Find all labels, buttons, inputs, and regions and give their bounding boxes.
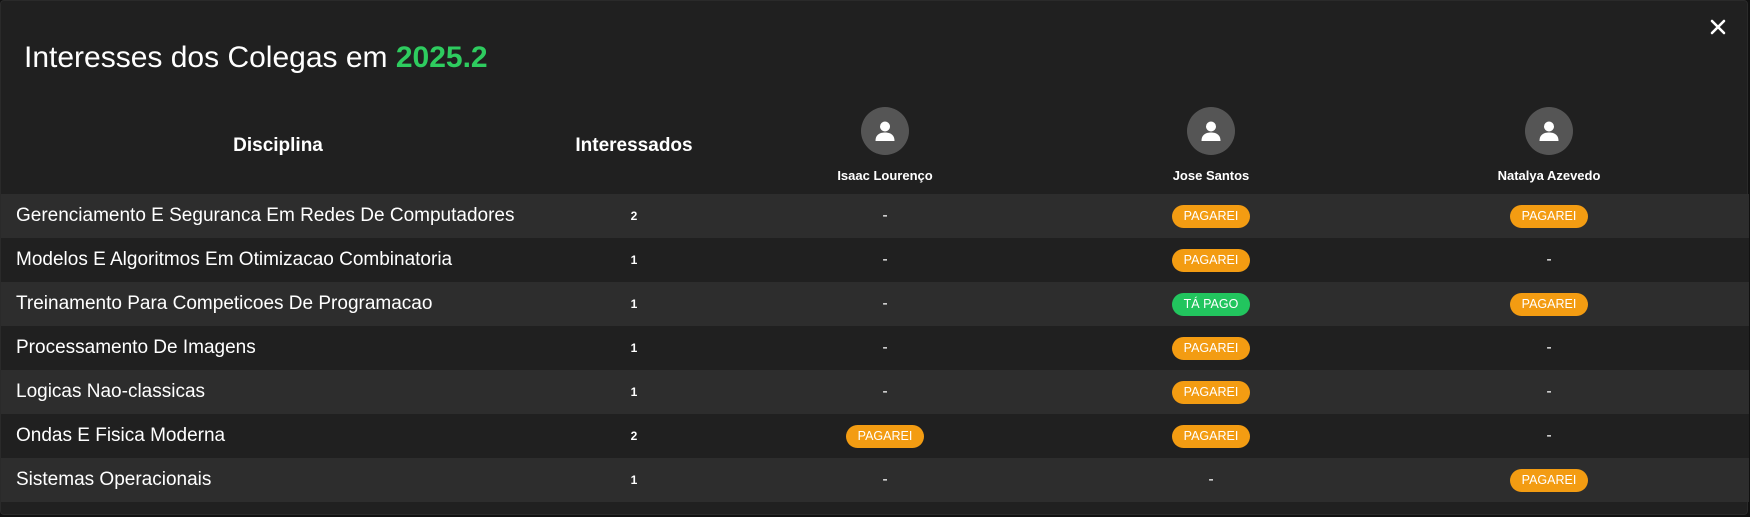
avatar: [1525, 107, 1573, 155]
status-cell: PAGAREI: [1101, 414, 1321, 458]
disciplina-cell: Logicas Nao-classicas: [16, 381, 206, 402]
status-cell: -: [775, 282, 995, 326]
empty-status: -: [1546, 383, 1552, 400]
status-badge: PAGAREI: [1509, 468, 1589, 492]
status-badge: PAGAREI: [1509, 292, 1589, 316]
title-prefix: Interesses dos Colegas em: [24, 41, 388, 74]
status-cell: -: [775, 238, 995, 282]
term-label: 2025.2: [395, 41, 488, 74]
status-cell: PAGAREI: [1101, 326, 1321, 370]
table-row: Gerenciamento E Seguranca Em Redes De Co…: [1, 194, 1749, 238]
disciplina-cell: Sistemas Operacionais: [16, 469, 212, 490]
avatar: [861, 107, 909, 155]
status-cell: -: [1439, 238, 1659, 282]
user-icon: [1539, 121, 1559, 141]
user-name: Natalya Azevedo: [1497, 168, 1601, 183]
table-row: Ondas E Fisica Moderna 2 PAGAREI PAGAREI -: [1, 414, 1749, 458]
status-cell: PAGAREI: [1439, 458, 1659, 502]
interessados-count: 1: [630, 473, 638, 487]
status-cell: PAGAREI: [1439, 194, 1659, 238]
status-badge: PAGAREI: [1171, 424, 1251, 448]
user-column-isaac: Isaac Lourenço: [775, 107, 995, 183]
table-header: Disciplina Interessados Isaac Lourenço J…: [1, 101, 1749, 193]
status-cell: -: [1101, 458, 1321, 502]
user-icon: [875, 121, 895, 141]
close-icon[interactable]: [1710, 19, 1726, 35]
empty-status: -: [882, 383, 888, 400]
disciplina-cell: Modelos E Algoritmos Em Otimizacao Combi…: [16, 249, 453, 270]
empty-status: -: [882, 471, 888, 488]
user-name: Jose Santos: [1172, 168, 1250, 183]
empty-status: -: [882, 251, 888, 268]
empty-status: -: [1546, 251, 1552, 268]
status-badge: PAGAREI: [1171, 204, 1251, 228]
empty-status: -: [882, 207, 888, 224]
disciplina-cell: Ondas E Fisica Moderna: [16, 425, 226, 446]
table-row: Processamento De Imagens 1 - PAGAREI -: [1, 326, 1749, 370]
status-cell: -: [1439, 370, 1659, 414]
disciplina-cell: Processamento De Imagens: [16, 337, 256, 358]
status-cell: -: [775, 326, 995, 370]
interessados-count: 2: [630, 209, 638, 223]
table-body: Gerenciamento E Seguranca Em Redes De Co…: [1, 194, 1749, 502]
interessados-count: 1: [630, 297, 638, 311]
status-badge: PAGAREI: [1171, 336, 1251, 360]
header-interessados: Interessados: [575, 135, 693, 156]
empty-status: -: [1546, 339, 1552, 356]
user-icon: [1201, 121, 1221, 141]
status-cell: -: [775, 194, 995, 238]
user-column-jose: Jose Santos: [1101, 107, 1321, 183]
status-cell: TÁ PAGO: [1101, 282, 1321, 326]
interests-modal: Interesses dos Colegas em 2025.2 Discipl…: [0, 0, 1749, 515]
status-cell: -: [775, 458, 995, 502]
table-row: Logicas Nao-classicas 1 - PAGAREI -: [1, 370, 1749, 414]
status-cell: PAGAREI: [1439, 282, 1659, 326]
status-badge: PAGAREI: [1171, 248, 1251, 272]
status-cell: PAGAREI: [1101, 370, 1321, 414]
interessados-count: 2: [630, 429, 638, 443]
status-cell: -: [1439, 326, 1659, 370]
table-row: Sistemas Operacionais 1 - - PAGAREI: [1, 458, 1749, 502]
user-name: Isaac Lourenço: [837, 168, 933, 183]
empty-status: -: [1546, 427, 1552, 444]
modal-title: Interesses dos Colegas em 2025.2: [24, 41, 488, 75]
disciplina-cell: Treinamento Para Competicoes De Programa…: [16, 293, 433, 314]
table-row: Treinamento Para Competicoes De Programa…: [1, 282, 1749, 326]
status-badge: PAGAREI: [845, 424, 925, 448]
empty-status: -: [882, 295, 888, 312]
status-cell: PAGAREI: [1101, 238, 1321, 282]
status-badge: PAGAREI: [1171, 380, 1251, 404]
status-cell: -: [775, 370, 995, 414]
interessados-count: 1: [630, 385, 638, 399]
disciplina-cell: Gerenciamento E Seguranca Em Redes De Co…: [16, 205, 515, 226]
user-column-natalya: Natalya Azevedo: [1439, 107, 1659, 183]
status-cell: -: [1439, 414, 1659, 458]
status-badge: TÁ PAGO: [1171, 292, 1251, 316]
table-row: Modelos E Algoritmos Em Otimizacao Combi…: [1, 238, 1749, 282]
empty-status: -: [882, 339, 888, 356]
status-cell: PAGAREI: [1101, 194, 1321, 238]
avatar: [1187, 107, 1235, 155]
empty-status: -: [1208, 471, 1214, 488]
status-badge: PAGAREI: [1509, 204, 1589, 228]
status-cell: PAGAREI: [775, 414, 995, 458]
interessados-count: 1: [630, 253, 638, 267]
header-disciplina: Disciplina: [233, 135, 323, 156]
interessados-count: 1: [630, 341, 638, 355]
close-button[interactable]: [1705, 11, 1731, 43]
